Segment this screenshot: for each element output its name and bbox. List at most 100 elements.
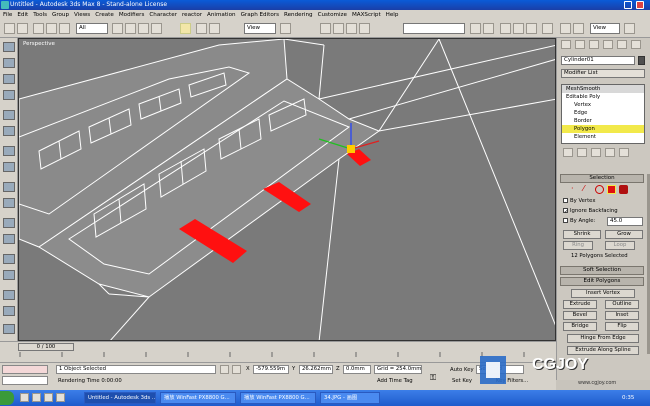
selection-rollout-header[interactable]: Selection [560,174,644,183]
ignore-backfacing-checkbox[interactable]: ✓ Ignore Backfacing [563,208,618,215]
add-time-tag-button[interactable]: Add Time Tag [377,378,413,384]
menu-maxscript[interactable]: MAXScript [352,12,381,18]
menu-tools[interactable]: Tools [33,12,47,18]
percent-snap-icon[interactable] [346,23,357,34]
tool-icon-4[interactable] [3,90,15,100]
close-button[interactable] [636,1,644,9]
bridge-button[interactable]: Bridge [563,322,597,331]
time-slider-thumb[interactable]: 0 / 100 [18,343,74,351]
align-icon[interactable] [483,23,494,34]
named-selection-select[interactable] [403,23,465,34]
modifier-list-select[interactable]: Modifier List [561,69,645,78]
selection-filter-select[interactable]: All [76,23,108,34]
auto-key-button[interactable]: Auto Key [450,367,474,373]
menu-edit[interactable]: Edit [17,12,28,18]
edit-polygons-rollout-header[interactable]: Edit Polygons [560,277,644,286]
start-button[interactable] [0,391,14,405]
tool-icon-16[interactable] [3,306,15,316]
tool-icon-8[interactable] [3,162,15,172]
menu-animation[interactable]: Animation [207,12,236,18]
show-end-result-icon[interactable] [577,148,587,157]
tool-icon-9[interactable] [3,182,15,192]
configure-modifier-sets-icon[interactable] [619,148,629,157]
stack-item-polygon[interactable]: Polygon [562,125,644,133]
stack-item-border[interactable]: Border [562,117,644,125]
tool-icon-2[interactable] [3,58,15,68]
select-move-icon[interactable] [180,23,191,34]
render-type-select[interactable]: View [590,23,620,34]
taskbar-item-winfast-2[interactable]: 播放 WinFast PX8800 G... [240,392,316,404]
menu-graph-editors[interactable]: Graph Editors [241,12,279,18]
render-scene-icon[interactable] [560,23,571,34]
select-by-name-icon[interactable] [125,23,136,34]
utilities-tab-icon[interactable] [631,40,641,49]
vertex-mode-icon[interactable]: · [571,185,580,194]
stack-item-element[interactable]: Element [562,133,644,141]
tool-icon-10[interactable] [3,198,15,208]
motion-tab-icon[interactable] [603,40,613,49]
minimize-button[interactable] [624,1,632,9]
insert-vertex-button[interactable]: Insert Vertex [571,289,635,298]
flip-button[interactable]: Flip [605,322,639,331]
select-rotate-icon[interactable] [196,23,207,34]
quicklaunch-icon-3[interactable] [44,393,53,402]
undo-icon[interactable] [4,23,15,34]
material-editor-icon[interactable] [542,23,553,34]
snap-toggle-icon[interactable] [320,23,331,34]
menu-rendering[interactable]: Rendering [284,12,313,18]
taskbar-item-winfast-1[interactable]: 播放 WinFast PX8800 G... [160,392,236,404]
menu-customize[interactable]: Customize [318,12,347,18]
pin-stack-icon[interactable] [563,148,573,157]
stack-item-vertex[interactable]: Vertex [562,101,644,109]
edge-mode-icon[interactable]: ⁄ [583,185,592,194]
angle-snap-icon[interactable] [333,23,344,34]
bind-space-warp-icon[interactable] [59,23,70,34]
select-object-icon[interactable] [112,23,123,34]
x-coordinate-field[interactable]: -579.559m [253,365,289,374]
create-tab-icon[interactable] [561,40,571,49]
quicklaunch-icon-1[interactable] [20,393,29,402]
tool-icon-6[interactable] [3,126,15,136]
tool-icon-3[interactable] [3,74,15,84]
maxscript-listener-mini-2[interactable] [2,376,48,385]
remove-modifier-icon[interactable] [605,148,615,157]
quicklaunch-icon-4[interactable] [56,393,65,402]
tool-icon-5[interactable] [3,110,15,120]
tool-icon-15[interactable] [3,290,15,300]
object-name-field[interactable]: Cylinder01 [561,56,635,65]
hinge-from-edge-button[interactable]: Hinge From Edge [567,334,639,343]
key-icon[interactable]: ⚿ [430,373,436,383]
tool-icon-1[interactable] [3,42,15,52]
polygon-mode-icon[interactable] [607,185,616,194]
extrude-button[interactable]: Extrude [563,300,597,309]
by-angle-checkbox[interactable]: By Angle: [563,218,595,224]
stack-item-meshsmooth[interactable]: MeshSmooth [562,85,644,93]
taskbar-item-3dsmax[interactable]: Untitled - Autodesk 3ds ... [84,392,156,404]
set-key-button[interactable]: Set Key [452,378,472,384]
by-vertex-checkbox[interactable]: By Vertex [563,198,595,204]
object-color-swatch[interactable] [638,56,645,65]
quick-render-icon[interactable] [573,23,584,34]
angle-spinner[interactable]: 45.0 [607,217,643,226]
y-coordinate-field[interactable]: 26.262mm [299,365,333,374]
taskbar-item-paint[interactable]: 34.JPG - 画图 [320,392,380,404]
menu-modifiers[interactable]: Modifiers [119,12,145,18]
soft-selection-rollout-header[interactable]: Soft Selection [560,266,644,275]
loop-button[interactable]: Loop [605,241,635,250]
layer-manager-icon[interactable] [500,23,511,34]
time-slider[interactable]: 0 / 100 [0,341,556,352]
perspective-viewport[interactable]: Perspective [18,38,556,341]
quick-render-production-icon[interactable] [624,23,635,34]
border-mode-icon[interactable] [595,185,604,194]
tool-icon-17[interactable] [3,324,15,334]
curve-editor-icon[interactable] [513,23,524,34]
spinner-snap-icon[interactable] [359,23,370,34]
track-bar[interactable] [0,352,556,362]
menu-reactor[interactable]: reactor [182,12,202,18]
menu-file[interactable]: File [3,12,12,18]
shrink-button[interactable]: Shrink [563,230,601,239]
stack-item-edge[interactable]: Edge [562,109,644,117]
display-tab-icon[interactable] [617,40,627,49]
menu-help[interactable]: Help [386,12,399,18]
hierarchy-tab-icon[interactable] [589,40,599,49]
